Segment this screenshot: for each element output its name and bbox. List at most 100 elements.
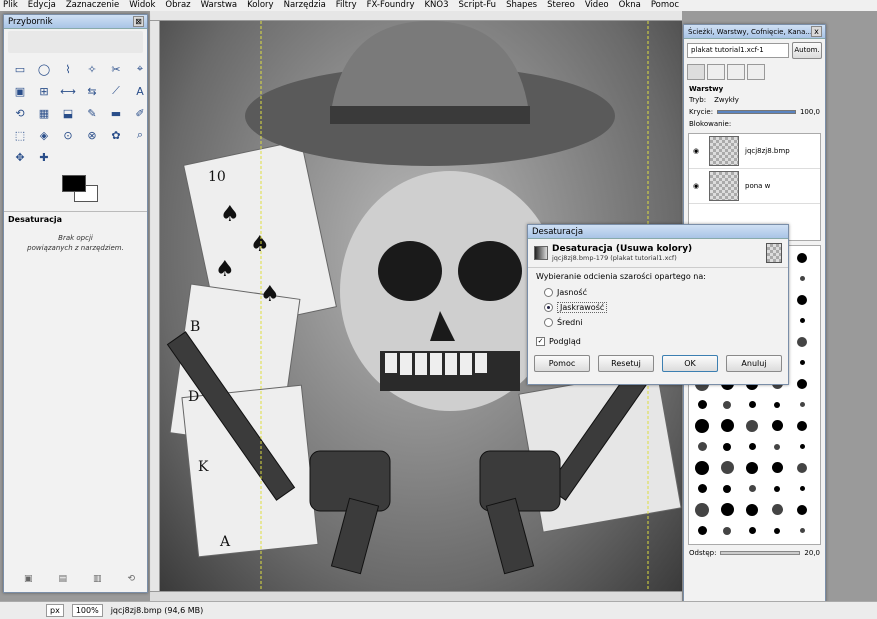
mode-select[interactable]: Zwykły — [714, 96, 820, 104]
brush-preview[interactable] — [791, 353, 813, 372]
brush-preview[interactable] — [741, 437, 763, 456]
brush-preview[interactable] — [791, 458, 813, 477]
tool-icon[interactable]: A — [130, 81, 150, 101]
brush-preview[interactable] — [791, 437, 813, 456]
brush-preview[interactable] — [766, 437, 788, 456]
brush-preview[interactable] — [766, 458, 788, 477]
tool-icon[interactable]: ✿ — [106, 125, 126, 145]
tab-channels-icon[interactable] — [707, 64, 725, 80]
layer-row[interactable]: ◉ jqcj8zj8.bmp — [689, 134, 820, 169]
tab-undo-icon[interactable] — [727, 64, 745, 80]
tool-icon[interactable]: ✧ — [82, 59, 102, 79]
tool-icon[interactable]: ⌇ — [58, 59, 78, 79]
menu-item[interactable]: FX-Foundry — [367, 0, 415, 11]
brush-preview[interactable] — [791, 500, 813, 519]
foreground-color-swatch[interactable] — [62, 175, 86, 192]
brush-preview[interactable] — [741, 521, 763, 540]
tool-icon[interactable]: ▬ — [106, 103, 126, 123]
tool-icon[interactable]: ✥ — [10, 147, 30, 167]
tool-icon[interactable]: ⟲ — [10, 103, 30, 123]
tool-icon[interactable]: ◯ — [34, 59, 54, 79]
image-select[interactable]: plakat tutorial1.xcf-1 — [687, 43, 789, 58]
zoom-select[interactable]: 100% — [71, 604, 103, 617]
tab-layers-icon[interactable] — [687, 64, 705, 80]
tool-icon[interactable]: ⊙ — [58, 125, 78, 145]
menu-item[interactable]: Edycja — [28, 0, 56, 11]
brush-preview[interactable] — [691, 416, 713, 435]
brush-preview[interactable] — [766, 416, 788, 435]
spacing-value[interactable]: 20,0 — [804, 549, 820, 557]
brush-preview[interactable] — [691, 395, 713, 414]
brush-preview[interactable] — [766, 479, 788, 498]
tool-icon[interactable]: ▣ — [10, 81, 30, 101]
radio-lightness[interactable]: Jasność — [544, 285, 780, 300]
brush-preview[interactable] — [791, 479, 813, 498]
reset-button[interactable]: Resetuj — [598, 355, 654, 372]
brush-preview[interactable] — [791, 248, 813, 267]
tool-icon[interactable]: ⌖ — [130, 59, 150, 79]
brush-preview[interactable] — [791, 311, 813, 330]
brush-preview[interactable] — [766, 395, 788, 414]
brush-preview[interactable] — [791, 395, 813, 414]
horizontal-scrollbar[interactable] — [150, 591, 682, 601]
eye-icon[interactable]: ◉ — [689, 182, 703, 190]
brush-preview[interactable] — [741, 500, 763, 519]
layers-dock-close-button[interactable]: x — [811, 26, 822, 37]
brush-preview[interactable] — [691, 479, 713, 498]
menu-item[interactable]: Pomoc — [651, 0, 679, 11]
delete-options-icon[interactable]: ▥ — [93, 574, 102, 584]
tool-icon[interactable]: ▦ — [34, 103, 54, 123]
brush-preview[interactable] — [716, 437, 738, 456]
tool-icon[interactable]: ⌕ — [130, 125, 150, 145]
opacity-slider[interactable] — [717, 110, 796, 114]
brush-preview[interactable] — [716, 416, 738, 435]
menu-item[interactable]: Kolory — [247, 0, 273, 11]
preview-checkbox[interactable]: ✓ Podgląd — [536, 334, 780, 349]
brush-preview[interactable] — [791, 416, 813, 435]
brush-preview[interactable] — [691, 458, 713, 477]
radio-luminosity[interactable]: Jaskrawość — [544, 300, 780, 315]
brush-preview[interactable] — [691, 521, 713, 540]
eye-icon[interactable]: ◉ — [689, 147, 703, 155]
cancel-button[interactable]: Anuluj — [726, 355, 782, 372]
menu-item[interactable]: KNO3 — [424, 0, 448, 11]
brush-preview[interactable] — [741, 395, 763, 414]
brush-preview[interactable] — [766, 500, 788, 519]
tool-icon[interactable]: ✚ — [34, 147, 54, 167]
tool-icon[interactable]: ✎ — [82, 103, 102, 123]
tool-icon[interactable]: ⇆ — [82, 81, 102, 101]
brush-preview[interactable] — [716, 521, 738, 540]
auto-button[interactable]: Autom. — [792, 42, 822, 59]
menu-item[interactable]: Shapes — [506, 0, 537, 11]
brush-preview[interactable] — [741, 416, 763, 435]
brush-preview[interactable] — [741, 479, 763, 498]
brush-preview[interactable] — [791, 521, 813, 540]
tool-icon[interactable]: ✂ — [106, 59, 126, 79]
brush-preview[interactable] — [716, 479, 738, 498]
brush-preview[interactable] — [766, 521, 788, 540]
menu-item[interactable]: Plik — [3, 0, 18, 11]
brush-preview[interactable] — [791, 374, 813, 393]
menu-item[interactable]: Warstwa — [201, 0, 238, 11]
unit-select[interactable]: px — [46, 604, 64, 617]
tool-icon[interactable]: ⬓ — [58, 103, 78, 123]
tool-icon[interactable]: ⊗ — [82, 125, 102, 145]
restore-options-icon[interactable]: ▤ — [59, 574, 68, 584]
dialog-titlebar[interactable]: Desaturacja — [528, 225, 788, 239]
menu-item[interactable]: Zaznaczenie — [66, 0, 119, 11]
tool-icon[interactable]: ✐ — [130, 103, 150, 123]
menu-item[interactable]: Narzędzia — [284, 0, 326, 11]
menu-item[interactable]: Okna — [619, 0, 641, 11]
brush-preview[interactable] — [791, 269, 813, 288]
tool-icon[interactable]: ⬚ — [10, 125, 30, 145]
ok-button[interactable]: OK — [662, 355, 718, 372]
toolbox-titlebar[interactable]: Przybornik ⊠ — [4, 15, 147, 29]
spacing-slider[interactable] — [720, 551, 801, 555]
layers-dock-titlebar[interactable]: Ścieżki, Warstwy, Cofnięcie, Kana... x — [684, 25, 825, 39]
tool-icon[interactable]: ⊞ — [34, 81, 54, 101]
menu-item[interactable]: Filtry — [336, 0, 357, 11]
brush-preview[interactable] — [691, 500, 713, 519]
tool-icon[interactable]: ⟷ — [58, 81, 78, 101]
menu-item[interactable]: Obraz — [165, 0, 190, 11]
tab-paths-icon[interactable] — [747, 64, 765, 80]
